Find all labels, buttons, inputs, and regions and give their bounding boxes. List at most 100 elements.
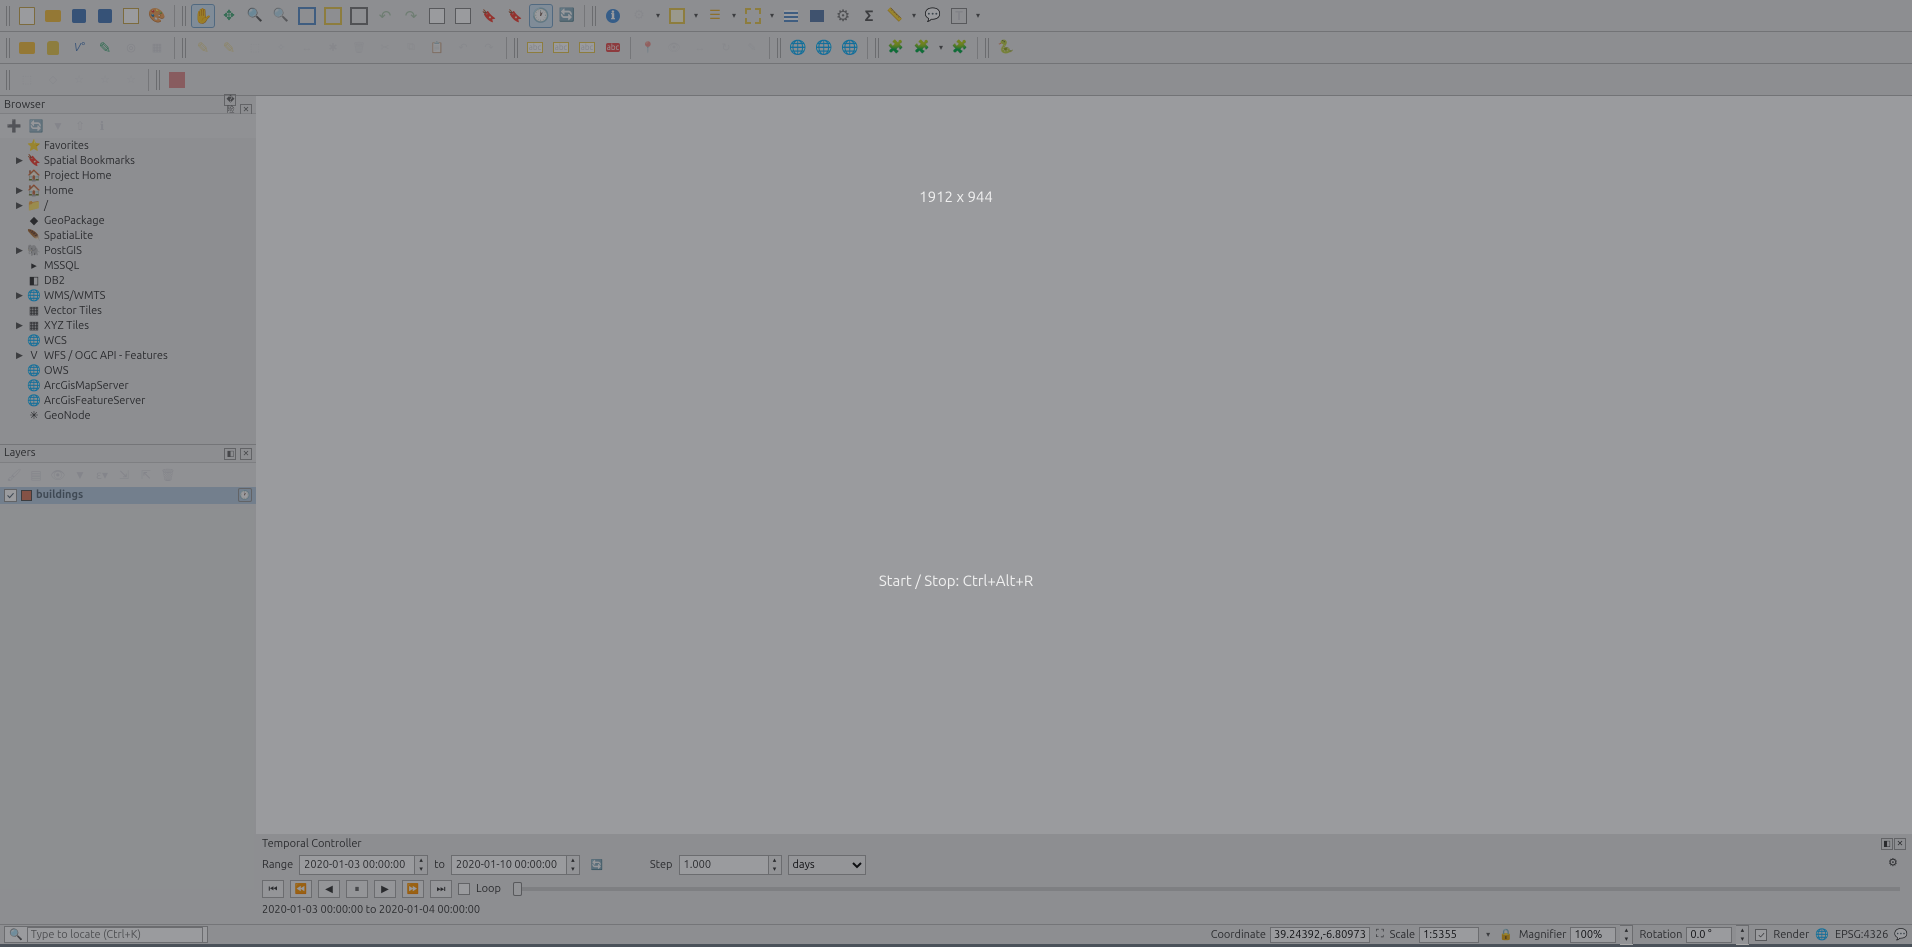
close-icon[interactable]: ✕: [1894, 838, 1906, 850]
manage-visibility-icon[interactable]: 👁: [50, 467, 66, 483]
new-memory-layer-button[interactable]: ▦: [145, 36, 169, 60]
crs-label[interactable]: EPSG:4326: [1835, 929, 1888, 941]
layer-row[interactable]: ✓ buildings 🕐: [0, 487, 256, 504]
browser-tree-item[interactable]: ▶📁/: [0, 198, 256, 213]
browser-tree[interactable]: ⭐Favorites▶🔖Spatial Bookmarks🏠Project Ho…: [0, 138, 256, 444]
toolbar-grip[interactable]: [6, 6, 11, 26]
style-manager-button[interactable]: [145, 4, 169, 28]
expand-icon[interactable]: ▶: [16, 320, 24, 331]
toolbar-grip[interactable]: [514, 38, 519, 58]
toggle-editing-button[interactable]: [191, 36, 215, 60]
temporal-settings-icon[interactable]: ⚙: [1888, 856, 1906, 874]
pause-button[interactable]: ⏸: [346, 880, 368, 898]
plugin-button-2[interactable]: [910, 36, 934, 60]
loop-checkbox[interactable]: [458, 883, 470, 895]
rotation-input[interactable]: [1686, 927, 1732, 943]
measure-dropdown[interactable]: [909, 4, 919, 28]
range-from-input[interactable]: [299, 855, 415, 875]
refresh-icon[interactable]: 🔄: [28, 118, 44, 134]
save-project-button[interactable]: [67, 4, 91, 28]
time-slider[interactable]: [513, 887, 1900, 891]
new-3d-map-view-button[interactable]: [451, 4, 475, 28]
messages-icon[interactable]: 💬: [1894, 928, 1908, 941]
expand-icon[interactable]: ▶: [16, 155, 24, 166]
lock-scale-icon[interactable]: 🔒: [1499, 928, 1513, 941]
open-project-button[interactable]: [41, 4, 65, 28]
zoom-to-selection-button[interactable]: [321, 4, 345, 28]
zoom-full-button[interactable]: [295, 4, 319, 28]
collapse-icon[interactable]: ⇧: [72, 118, 88, 134]
browser-tree-item[interactable]: ▶🔖Spatial Bookmarks: [0, 153, 256, 168]
label-toolbar-1[interactable]: [523, 36, 547, 60]
filter-icon[interactable]: ▼: [50, 118, 66, 134]
expand-icon[interactable]: ▶: [16, 290, 24, 301]
select-features-button[interactable]: [665, 4, 689, 28]
step-spin[interactable]: ▴▾: [769, 855, 782, 875]
deselect-button[interactable]: [741, 4, 765, 28]
refresh-button[interactable]: [555, 4, 579, 28]
forward-end-button[interactable]: ⏭: [430, 880, 452, 898]
pan-to-selection-button[interactable]: [217, 4, 241, 28]
prev-frame-button[interactable]: ⏪: [290, 880, 312, 898]
new-print-layout-button[interactable]: [93, 4, 117, 28]
undock-icon[interactable]: �险: [224, 94, 236, 106]
properties-icon[interactable]: ℹ: [94, 118, 110, 134]
snap-button-4[interactable]: ☆: [93, 68, 117, 92]
undock-icon[interactable]: ◧: [224, 448, 236, 460]
expand-icon[interactable]: ▶: [16, 245, 24, 256]
expand-icon[interactable]: ▶: [16, 185, 24, 196]
browser-tree-item[interactable]: ▸MSSQL: [0, 258, 256, 273]
map-tips-button[interactable]: [921, 4, 945, 28]
new-bookmark-button[interactable]: [477, 4, 501, 28]
browser-tree-item[interactable]: ▶🐘PostGIS: [0, 243, 256, 258]
open-attribute-table-button[interactable]: [779, 4, 803, 28]
browser-tree-item[interactable]: ⭐Favorites: [0, 138, 256, 153]
refresh-range-icon[interactable]: 🔄: [586, 856, 608, 874]
new-shapefile-button[interactable]: [67, 36, 91, 60]
zoom-to-layer-button[interactable]: [347, 4, 371, 28]
step-value-input[interactable]: [679, 855, 769, 875]
toolbar-grip[interactable]: [182, 6, 187, 26]
expand-icon[interactable]: ⇲: [116, 467, 132, 483]
select-by-value-button[interactable]: [703, 4, 727, 28]
zoom-in-button[interactable]: [243, 4, 267, 28]
new-map-view-button[interactable]: [425, 4, 449, 28]
scale-dropdown[interactable]: [1483, 923, 1493, 947]
measure-button[interactable]: [883, 4, 907, 28]
coordinate-input[interactable]: [1270, 927, 1370, 943]
crs-icon[interactable]: 🌐: [1815, 928, 1829, 941]
new-virtual-layer-button[interactable]: ◎: [119, 36, 143, 60]
browser-tree-item[interactable]: ▶VWFS / OGC API - Features: [0, 348, 256, 363]
browser-tree-item[interactable]: ✳GeoNode: [0, 408, 256, 423]
metasearch-button-1[interactable]: [786, 36, 810, 60]
browser-tree-item[interactable]: ▶▦XYZ Tiles: [0, 318, 256, 333]
browser-tree-item[interactable]: 🏠Project Home: [0, 168, 256, 183]
toolbar-grip[interactable]: [156, 70, 161, 90]
toggle-extents-icon[interactable]: ⛶: [1376, 928, 1384, 941]
browser-tree-item[interactable]: ▦Vector Tiles: [0, 303, 256, 318]
snap-button-2[interactable]: ◇: [41, 68, 65, 92]
plugin-button-1[interactable]: [884, 36, 908, 60]
data-source-manager-button[interactable]: [15, 36, 39, 60]
expand-icon[interactable]: ▶: [16, 200, 24, 211]
browser-tree-item[interactable]: 🌐ArcGisMapServer: [0, 378, 256, 393]
toolbar-grip[interactable]: [182, 38, 187, 58]
render-checkbox[interactable]: ✓: [1755, 929, 1767, 941]
metasearch-button-2[interactable]: [812, 36, 836, 60]
undock-icon[interactable]: ◧: [1881, 838, 1893, 850]
browser-tree-item[interactable]: 🪶SpatiaLite: [0, 228, 256, 243]
range-from-spin[interactable]: ▴▾: [415, 855, 428, 875]
play-button[interactable]: ▶: [374, 880, 396, 898]
pan-map-button[interactable]: [191, 4, 215, 28]
locator-search[interactable]: 🔍: [4, 926, 208, 943]
python-console-button[interactable]: [994, 36, 1018, 60]
toolbar-grip[interactable]: [6, 70, 11, 90]
collapse-icon[interactable]: ⇱: [138, 467, 154, 483]
identify-features-button[interactable]: [601, 4, 625, 28]
deselect-dropdown[interactable]: [767, 4, 777, 28]
toolbar-grip[interactable]: [875, 38, 880, 58]
jp-plugin-button[interactable]: [165, 68, 189, 92]
metasearch-button-3[interactable]: [838, 36, 862, 60]
zoom-out-button[interactable]: [269, 4, 293, 28]
toolbar-grip[interactable]: [592, 6, 597, 26]
